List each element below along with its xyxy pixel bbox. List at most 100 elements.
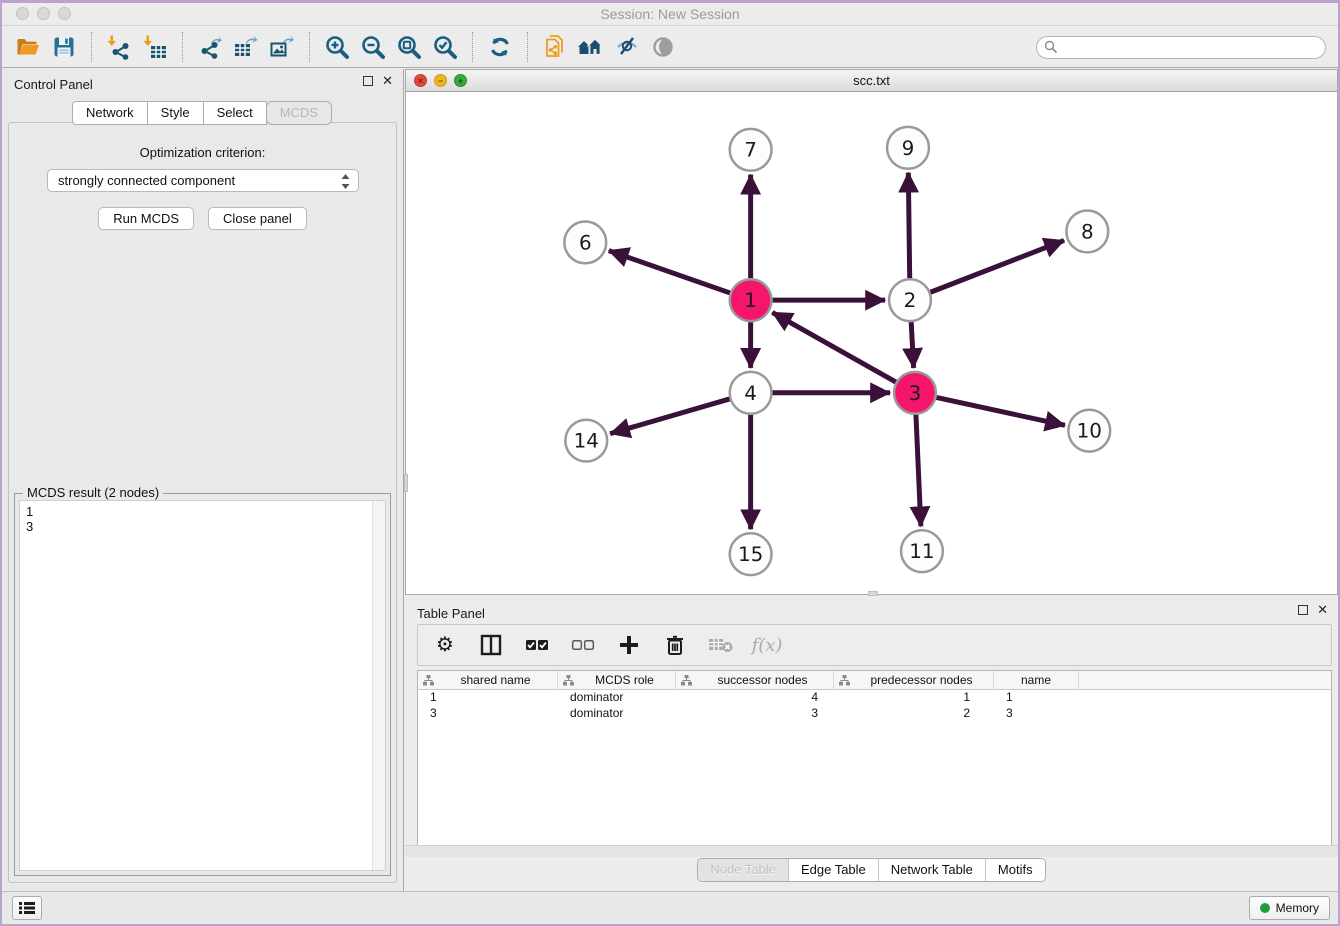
table-tabs-bar: Node TableEdge TableNetwork TableMotifs	[405, 858, 1338, 882]
column-header-successor-nodes[interactable]: successor nodes	[676, 671, 834, 689]
node-label-11: 11	[909, 540, 934, 563]
edge-3-10[interactable]	[936, 397, 1065, 425]
delete-column-icon[interactable]	[662, 632, 688, 658]
tab-network[interactable]: Network	[72, 101, 148, 125]
refresh-icon[interactable]	[482, 30, 518, 64]
close-panel-icon[interactable]: ✕	[382, 76, 393, 86]
add-column-icon[interactable]	[616, 632, 642, 658]
zoom-fit-icon[interactable]	[391, 30, 427, 64]
zoom-in-icon[interactable]	[319, 30, 355, 64]
close-panel-button[interactable]: Close panel	[208, 207, 307, 230]
export-network-icon[interactable]	[192, 30, 228, 64]
export-table-icon[interactable]	[228, 30, 264, 64]
import-network-icon[interactable]	[101, 30, 137, 64]
column-header-name[interactable]: name	[994, 671, 1079, 689]
open-session-icon[interactable]	[10, 30, 46, 64]
mcds-result-group: MCDS result (2 nodes) 1 3	[14, 493, 391, 876]
toolbar-separator	[182, 32, 183, 62]
table-cell: 2	[834, 706, 994, 722]
table-row[interactable]: 3dominator323	[418, 706, 1331, 722]
delete-table-icon	[708, 632, 734, 658]
toolbar-separator	[472, 32, 473, 62]
table-row[interactable]: 1dominator411	[418, 690, 1331, 706]
node-label-4: 4	[744, 382, 757, 405]
save-session-icon[interactable]	[46, 30, 82, 64]
edge-1-6[interactable]	[609, 251, 730, 293]
table-header-row: shared nameMCDS rolesuccessor nodesprede…	[418, 671, 1331, 690]
network-canvas[interactable]: 7968124314101511	[406, 92, 1337, 594]
tab-motifs[interactable]: Motifs	[985, 859, 1045, 881]
import-table-icon[interactable]	[137, 30, 173, 64]
node-label-14: 14	[574, 430, 599, 453]
show-all-icon	[645, 30, 681, 64]
column-header-MCDS-role[interactable]: MCDS role	[558, 671, 676, 689]
vertical-splitter-handle[interactable]	[404, 474, 408, 492]
table-cell: 1	[834, 690, 994, 706]
select-all-columns-icon[interactable]	[524, 632, 550, 658]
search-input[interactable]	[1036, 36, 1326, 59]
toolbar-separator	[91, 32, 92, 62]
export-image-icon[interactable]	[264, 30, 300, 64]
control-panel-title: Control Panel	[14, 77, 93, 92]
edge-3-1[interactable]	[772, 312, 896, 382]
edge-2-3[interactable]	[911, 322, 913, 368]
settings-gear-icon[interactable]: ⚙	[432, 632, 458, 658]
deselect-all-columns-icon[interactable]	[570, 632, 596, 658]
node-label-9: 9	[902, 137, 915, 160]
toolbar-separator	[309, 32, 310, 62]
zoom-selected-icon[interactable]	[427, 30, 463, 64]
edge-2-8[interactable]	[930, 240, 1064, 292]
edge-4-14[interactable]	[610, 399, 729, 434]
tab-network-table[interactable]: Network Table	[878, 859, 985, 881]
table-cell: dominator	[558, 690, 676, 706]
table-body: 1dominator4113dominator323	[418, 690, 1331, 722]
home-networks-icon[interactable]	[573, 30, 609, 64]
mcds-result-title: MCDS result (2 nodes)	[23, 485, 163, 500]
network-view-window: ✕ − + scc.txt 7968124314101511	[405, 69, 1338, 595]
hierarchy-icon	[563, 675, 574, 686]
tab-edge-table[interactable]: Edge Table	[788, 859, 878, 881]
mcds-result-textarea[interactable]: 1 3	[19, 500, 386, 871]
node-label-15: 15	[738, 543, 763, 566]
node-label-6: 6	[579, 231, 592, 254]
node-label-7: 7	[744, 139, 757, 162]
optimization-criterion-select[interactable]: strongly connected component	[47, 169, 359, 192]
table-panel: Table Panel ✕ ⚙	[405, 598, 1338, 891]
column-header-predecessor-nodes[interactable]: predecessor nodes	[834, 671, 994, 689]
show-columns-icon[interactable]	[478, 632, 504, 658]
node-label-8: 8	[1081, 220, 1094, 243]
close-table-panel-icon[interactable]: ✕	[1317, 605, 1328, 615]
hierarchy-icon	[839, 675, 850, 686]
edge-2-9[interactable]	[908, 173, 909, 279]
optimization-criterion-value: strongly connected component	[58, 173, 235, 188]
hide-selected-icon[interactable]	[609, 30, 645, 64]
table-panel-title: Table Panel	[417, 606, 485, 621]
control-panel-tabs: NetworkStyleSelectMCDS	[2, 101, 403, 125]
result-scrollbar[interactable]	[372, 501, 385, 870]
float-table-panel-icon[interactable]	[1298, 605, 1308, 615]
hierarchy-icon	[423, 675, 434, 686]
memory-status-icon	[1260, 903, 1270, 913]
table-cell: 1	[994, 690, 1079, 706]
table-cell: 3	[676, 706, 834, 722]
tab-select[interactable]: Select	[203, 101, 267, 125]
task-history-button[interactable]	[12, 896, 42, 920]
zoom-out-icon[interactable]	[355, 30, 391, 64]
memory-button[interactable]: Memory	[1249, 896, 1330, 920]
table-toolbar: ⚙ f(x)	[417, 624, 1332, 666]
node-table: shared nameMCDS rolesuccessor nodesprede…	[417, 670, 1332, 848]
control-panel: Control Panel ✕ NetworkStyleSelectMCDS O…	[2, 69, 404, 891]
tab-style[interactable]: Style	[147, 101, 204, 125]
float-panel-icon[interactable]	[363, 76, 373, 86]
edge-3-11[interactable]	[916, 415, 921, 527]
tab-mcds[interactable]: MCDS	[266, 101, 332, 125]
new-network-from-selection-icon[interactable]	[537, 30, 573, 64]
horizontal-splitter-handle[interactable]	[868, 591, 878, 596]
table-cell: dominator	[558, 706, 676, 722]
table-cell: 4	[676, 690, 834, 706]
titlebar: Session: New Session	[2, 3, 1338, 26]
tab-node-table[interactable]: Node Table	[698, 859, 788, 881]
column-header-shared-name[interactable]: shared name	[418, 671, 558, 689]
run-mcds-button[interactable]: Run MCDS	[98, 207, 194, 230]
application-window: Session: New Session	[0, 0, 1340, 926]
